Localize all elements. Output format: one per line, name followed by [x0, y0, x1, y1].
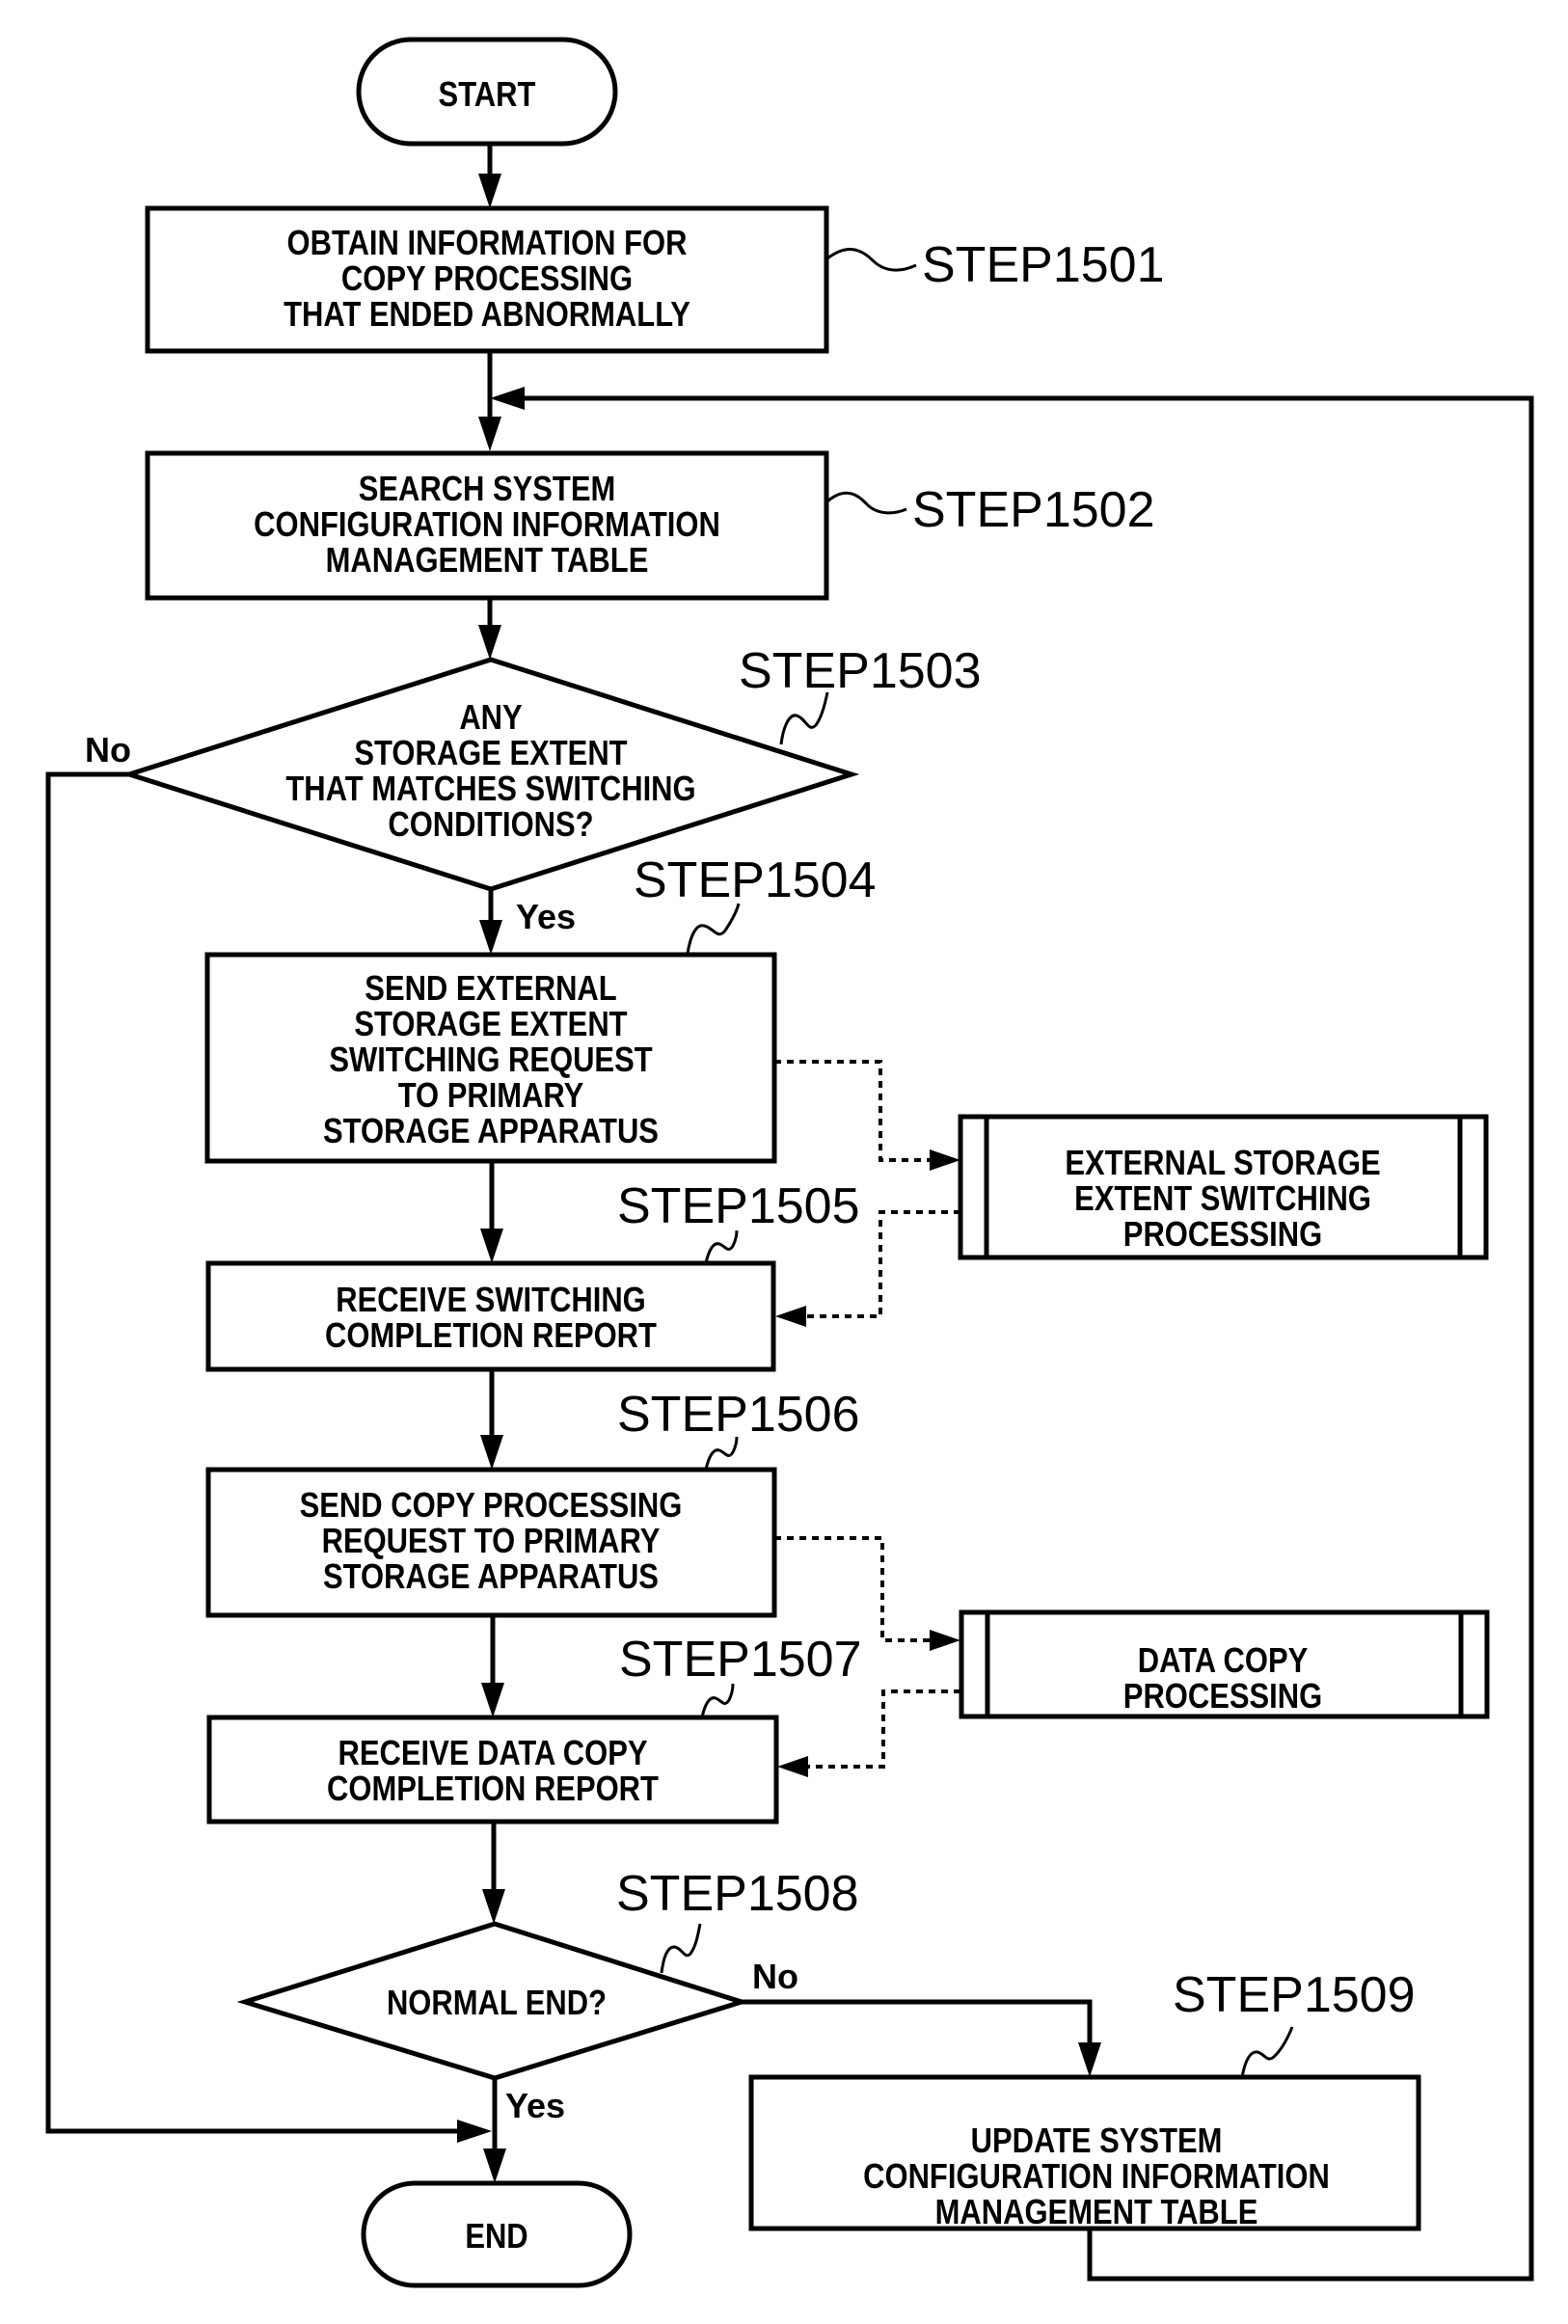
decision-1508-no-label: No: [752, 1957, 798, 1996]
leader-1502: [826, 491, 907, 515]
arrowhead-1504-to-1505: [480, 1229, 503, 1263]
step-1507-label: STEP1507: [619, 1632, 862, 1688]
decision-1503-yes-label: Yes: [516, 897, 576, 936]
arrowhead-1508-yes: [483, 2148, 506, 2183]
step-1502-text-line: CONFIGURATION INFORMATION: [254, 506, 720, 545]
step-1501-label: STEP1501: [922, 237, 1165, 293]
step-1502-label: STEP1502: [912, 482, 1155, 538]
step-1506-label: STEP1506: [617, 1387, 860, 1443]
step-1501-text-line: OBTAIN INFORMATION FOR: [287, 225, 688, 263]
leader-1508: [660, 1923, 702, 1974]
step-1506-text-line: SEND COPY PROCESSING: [300, 1487, 683, 1526]
step-1504-text-line: SWITCHING REQUEST: [329, 1041, 653, 1080]
step-1503-text-line: STORAGE EXTENT: [354, 735, 628, 773]
step-1503-label: STEP1503: [739, 643, 982, 699]
step-1501-text-line: COPY PROCESSING: [341, 260, 633, 299]
step-1505-label: STEP1505: [617, 1178, 860, 1234]
step-1502-text-line: MANAGEMENT TABLE: [326, 542, 649, 581]
arrowhead-1502-to-1503: [478, 625, 501, 660]
step-1506-text: SEND COPY PROCESSINGREQUEST TO PRIMARYST…: [300, 1487, 683, 1597]
dashed-1506-to-datacopy: [774, 1536, 939, 1642]
step-1501-text-line: THAT ENDED ABNORMALLY: [284, 296, 690, 335]
step-1504-label: STEP1504: [634, 852, 877, 908]
step-1502-text-line: SEARCH SYSTEM: [359, 471, 616, 509]
step-1509-text-line: MANAGEMENT TABLE: [935, 2194, 1258, 2232]
subprocess-data-copy-text-line: PROCESSING: [1123, 1678, 1322, 1716]
leader-1503: [779, 691, 829, 745]
dashed-datacopy-to-1507: [798, 1689, 960, 1769]
arrowhead-1503-yes: [479, 920, 502, 955]
step-1504-text-line: STORAGE APPARATUS: [323, 1113, 659, 1151]
leader-1504: [686, 903, 741, 955]
decision-1508-yes-label: Yes: [505, 2086, 565, 2125]
leader-1507: [700, 1683, 735, 1718]
labels: START END OBTAIN INFORMATION FORCOPY PRO…: [85, 76, 1416, 2256]
step-1503-text-line: THAT MATCHES SWITCHING: [285, 770, 695, 809]
step-1507-text-line: RECEIVE DATA COPY: [338, 1735, 648, 1773]
dashed-1504-to-switching: [774, 1060, 939, 1162]
edge-1508-no-to-1509: [742, 1999, 1093, 2054]
step-1505-text: RECEIVE SWITCHINGCOMPLETION REPORT: [325, 1282, 657, 1356]
step-1509-label: STEP1509: [1173, 1967, 1416, 2023]
end-label: END: [465, 2218, 527, 2256]
decision-1503-no-label: No: [85, 730, 131, 770]
leader-1501: [826, 248, 917, 272]
step-1504-text: SEND EXTERNALSTORAGE EXTENTSWITCHING REQ…: [323, 970, 659, 1151]
step-1504-text-line: SEND EXTERNAL: [365, 970, 616, 1009]
dashed-arrowhead-to-1505: [775, 1306, 806, 1327]
step-1508-text: NORMAL END?: [387, 1985, 607, 2023]
step-1509-text-line: CONFIGURATION INFORMATION: [863, 2158, 1330, 2197]
step-1504-text-line: TO PRIMARY: [398, 1077, 584, 1116]
step-1507-text-line: COMPLETION REPORT: [327, 1770, 659, 1809]
flowchart: START END OBTAIN INFORMATION FORCOPY PRO…: [45, 37, 1534, 2288]
step-1503-text-line: CONDITIONS?: [388, 806, 593, 845]
step-1507-text: RECEIVE DATA COPYCOMPLETION REPORT: [327, 1735, 659, 1809]
step-1508-text-line: NORMAL END?: [387, 1985, 607, 2023]
step-1504-text-line: STORAGE EXTENT: [354, 1006, 628, 1044]
dashed-arrowhead-to-datacopy: [930, 1630, 960, 1651]
leader-1505: [704, 1230, 739, 1264]
step-1506-text-line: REQUEST TO PRIMARY: [322, 1523, 661, 1561]
arrowhead-loop-back: [490, 387, 525, 410]
arrowhead-start-to-1501: [478, 174, 501, 208]
subprocess-data-copy-text: DATA COPYPROCESSING: [1123, 1642, 1322, 1716]
arrowhead-1505-to-1506: [480, 1435, 503, 1470]
step-1505-text-line: RECEIVE SWITCHING: [336, 1282, 646, 1320]
step-1501-text: OBTAIN INFORMATION FORCOPY PROCESSINGTHA…: [284, 225, 690, 335]
step-1506-text-line: STORAGE APPARATUS: [323, 1558, 659, 1597]
step-1505-text-line: COMPLETION REPORT: [325, 1317, 657, 1356]
dashed-arrowhead-to-1507: [777, 1756, 808, 1777]
subprocess-switching-text-line: EXTENT SWITCHING: [1074, 1180, 1371, 1219]
dashed-arrowhead-to-switching: [930, 1149, 960, 1171]
subprocess-switching-text-line: PROCESSING: [1123, 1216, 1322, 1255]
start-label: START: [439, 76, 536, 115]
arrowhead-1501-to-1502: [478, 417, 501, 451]
arrowhead-1508-no: [1078, 2042, 1101, 2077]
step-1509-text-line: UPDATE SYSTEM: [971, 2122, 1223, 2161]
step-1508-label: STEP1508: [616, 1866, 859, 1922]
subprocess-switching-text-line: EXTERNAL STORAGE: [1065, 1145, 1380, 1183]
step-1503-text-line: ANY: [459, 699, 522, 738]
leader-1509: [1240, 2026, 1294, 2078]
arrowhead-1503-no: [457, 2120, 492, 2143]
subprocess-data-copy-text-line: DATA COPY: [1138, 1642, 1309, 1681]
arrowhead-1506-to-1507: [481, 1683, 504, 1717]
arrowhead-1507-to-1508: [482, 1889, 505, 1924]
